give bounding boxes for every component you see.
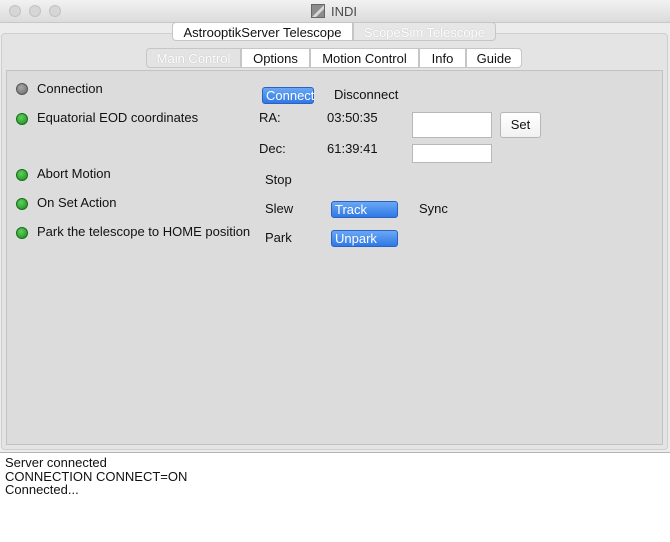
ra-value: 03:50:35 [327,110,378,125]
minimize-window-button[interactable] [29,5,41,17]
tab-main-control[interactable]: Main Control [146,48,241,68]
abort-motion-status-led [16,169,28,181]
tab-motion-control[interactable]: Motion Control [310,48,419,68]
main-control-panel [6,70,663,445]
tab-options[interactable]: Options [241,48,310,68]
window-title: INDI [331,4,357,19]
disconnect-button[interactable]: Disconnect [334,87,398,102]
message-log[interactable]: Server connected CONNECTION CONNECT=ON C… [0,452,670,542]
park-label: Park the telescope to HOME position [37,224,251,239]
log-line: Connected... [5,482,79,497]
dec-label: Dec: [259,141,286,156]
eod-coordinates-status-led [16,113,28,125]
connect-button[interactable]: Connect [262,87,314,104]
set-coordinates-button[interactable]: Set [500,112,541,138]
park-button[interactable]: Park [265,230,292,245]
indi-app-icon [311,4,325,18]
zoom-window-button[interactable] [49,5,61,17]
dec-input[interactable] [412,144,492,163]
on-set-action-status-led [16,198,28,210]
connection-label: Connection [37,81,103,96]
tab-info[interactable]: Info [419,48,466,68]
abort-motion-label: Abort Motion [37,166,111,181]
connection-status-led [16,83,28,95]
track-button[interactable]: Track [331,201,398,218]
stop-button[interactable]: Stop [265,172,292,187]
unpark-button[interactable]: Unpark [331,230,398,247]
dec-value: 61:39:41 [327,141,378,156]
ra-label: RA: [259,110,281,125]
eod-coordinates-label: Equatorial EOD coordinates [37,110,199,125]
slew-button[interactable]: Slew [265,201,293,216]
log-line: CONNECTION CONNECT=ON [5,468,188,484]
sync-button[interactable]: Sync [419,201,448,216]
on-set-action-label: On Set Action [37,195,117,210]
ra-input[interactable] [412,112,492,138]
tab-scopesim-telescope[interactable]: ScopeSim Telescope [353,22,496,41]
close-window-button[interactable] [9,5,21,17]
tab-astrooptikserver-telescope[interactable]: AstrooptikServer Telescope [172,22,353,41]
tab-guide[interactable]: Guide [466,48,522,68]
park-status-led [16,227,28,239]
log-line: Server connected [5,455,107,470]
